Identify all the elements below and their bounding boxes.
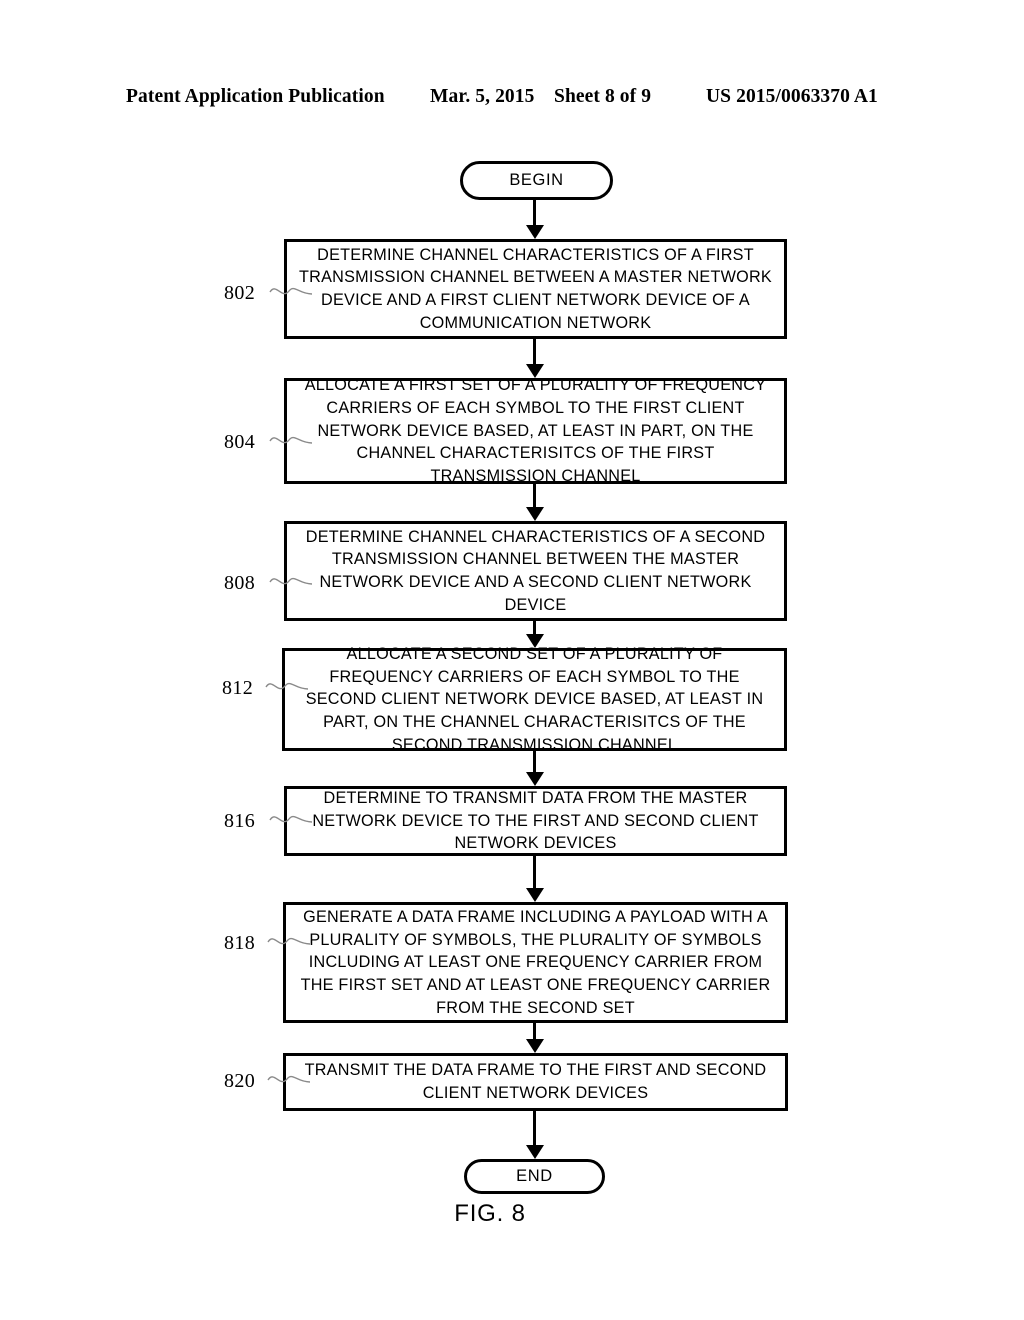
flow-step-804-text: ALLOCATE A FIRST SET OF A PLURALITY OF F… xyxy=(304,376,767,486)
flow-step-812-text: ALLOCATE A SECOND SET OF A PLURALITY OF … xyxy=(305,644,764,754)
connector-820-to-end xyxy=(525,1111,544,1159)
leader-line-808 xyxy=(268,568,314,594)
reference-numeral-820: 820 xyxy=(224,1070,256,1092)
flow-step-812: ALLOCATE A SECOND SET OF A PLURALITY OF … xyxy=(282,645,787,754)
flow-step-804: ALLOCATE A FIRST SET OF A PLURALITY OF F… xyxy=(284,376,787,485)
leader-line-812 xyxy=(264,673,310,699)
flow-terminal-begin: BEGIN xyxy=(460,161,613,200)
flow-step-802-text: DETERMINE CHANNEL CHARACTERISTICS OF A F… xyxy=(299,245,772,332)
leader-line-818 xyxy=(266,928,312,954)
flow-step-820-text: TRANSMIT THE DATA FRAME TO THE FIRST AND… xyxy=(304,1061,767,1102)
flow-step-802: DETERMINE CHANNEL CHARACTERISTICS OF A F… xyxy=(284,239,787,339)
connector-808-to-812 xyxy=(525,621,544,648)
connector-818-to-820 xyxy=(525,1023,544,1053)
flow-terminal-begin-label: BEGIN xyxy=(509,171,564,190)
connector-804-to-808 xyxy=(525,484,544,521)
flow-step-816: DETERMINE TO TRANSMIT DATA FROM THE MAST… xyxy=(284,786,787,856)
connector-816-to-818 xyxy=(525,856,544,902)
reference-numeral-808: 808 xyxy=(224,572,256,594)
connector-begin-to-802 xyxy=(525,200,544,239)
reference-numeral-802: 802 xyxy=(224,282,256,304)
connector-812-to-816 xyxy=(525,751,544,786)
reference-numeral-812: 812 xyxy=(222,677,254,699)
leader-line-802 xyxy=(268,278,314,304)
flow-step-818: GENERATE A DATA FRAME INCLUDING A PAYLOA… xyxy=(283,902,788,1023)
reference-numeral-804: 804 xyxy=(224,431,256,453)
leader-line-804 xyxy=(268,427,314,453)
flow-step-808-text: DETERMINE CHANNEL CHARACTERISTICS OF A S… xyxy=(305,527,766,614)
flow-terminal-end-label: END xyxy=(516,1167,553,1186)
flow-step-808: DETERMINE CHANNEL CHARACTERISTICS OF A S… xyxy=(284,521,787,621)
connector-802-to-804 xyxy=(525,339,544,378)
leader-line-816 xyxy=(268,806,314,832)
flow-step-820: TRANSMIT THE DATA FRAME TO THE FIRST AND… xyxy=(283,1053,788,1111)
flowchart-diagram: BEGIN DETERMINE CHANNEL CHARACTERISTICS … xyxy=(0,0,1024,1320)
flow-step-816-text: DETERMINE TO TRANSMIT DATA FROM THE MAST… xyxy=(312,789,759,853)
reference-numeral-818: 818 xyxy=(224,932,256,954)
figure-caption: FIG. 8 xyxy=(454,1200,526,1227)
flow-step-818-text: GENERATE A DATA FRAME INCLUDING A PAYLOA… xyxy=(300,907,771,1017)
leader-line-820 xyxy=(266,1066,312,1092)
reference-numeral-816: 816 xyxy=(224,810,256,832)
flow-terminal-end: END xyxy=(464,1159,605,1194)
